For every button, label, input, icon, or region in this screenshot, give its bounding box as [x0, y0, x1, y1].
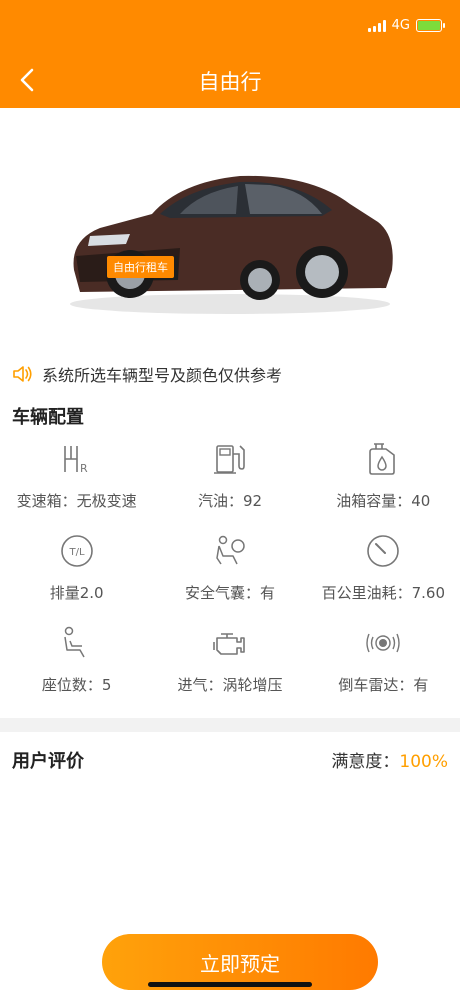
config-label: 油箱容量：40: [336, 492, 431, 510]
config-label: 百公里油耗：7.60: [321, 584, 446, 602]
car-image: [60, 152, 400, 322]
network-label: 4G: [391, 18, 410, 33]
fuel-pump-icon: [213, 445, 245, 474]
config-label: 排量2.0: [49, 584, 104, 602]
page-title: 自由行: [198, 70, 262, 94]
config-title: 车辆配置: [12, 407, 84, 428]
app-header: 4G 自由行: [0, 0, 460, 108]
config-item-oil-tank: 油箱容量：40: [307, 440, 460, 518]
config-label: 进气：涡轮增压: [177, 676, 283, 694]
section-divider: [0, 718, 460, 732]
config-label: 汽油：92: [197, 492, 263, 510]
config-item-airbag: 安全气囊：有: [153, 532, 306, 610]
speaker-icon: [13, 366, 32, 382]
config-item-radar: 倒车雷达：有: [307, 624, 460, 702]
satisfaction: 满意度：100%: [331, 747, 448, 772]
satisfaction-value: 100%: [399, 752, 448, 772]
notice: 系统所选车辆型号及颜色仅供参考: [12, 362, 282, 386]
satisfaction-label: 满意度：: [331, 752, 400, 772]
config-label: 安全气囊：有: [184, 584, 275, 602]
battery-icon: [416, 19, 445, 32]
oil-tank-icon: [369, 443, 396, 475]
config-item-fuel: 汽油：92: [153, 440, 306, 518]
transmission-badge-icon: T/L: [60, 535, 93, 567]
airbag-icon: [216, 535, 245, 565]
radar-icon: [366, 633, 401, 653]
config-label: 变速箱：无极变速: [16, 492, 137, 510]
car-tag: 自由行租车: [107, 256, 174, 278]
engine-icon: [213, 633, 245, 655]
config-grid: R 变速箱：无极变速 汽油：92 油箱容量：40 T/L 排量2.0 安全气囊：…: [0, 440, 460, 702]
config-label: 倒车雷达：有: [338, 676, 429, 694]
config-item-seats: 座位数：5: [0, 624, 153, 702]
home-indicator: [148, 982, 312, 987]
status-bar: 4G: [367, 18, 445, 33]
signal-icon: [367, 19, 386, 32]
gauge-icon: [367, 535, 400, 567]
gearbox-icon: R: [63, 446, 88, 475]
config-item-intake: 进气：涡轮增压: [153, 624, 306, 702]
config-item-consumption: 百公里油耗：7.60: [307, 532, 460, 610]
svg-text:R: R: [80, 462, 88, 475]
config-item-gearbox: R 变速箱：无极变速: [0, 440, 153, 518]
config-label: 座位数：5: [41, 676, 112, 694]
evaluation-title: 用户评价: [12, 751, 84, 772]
svg-text:T/L: T/L: [68, 547, 84, 558]
seat-icon: [63, 626, 85, 658]
config-item-displacement: T/L 排量2.0: [0, 532, 153, 610]
notice-text: 系统所选车辆型号及颜色仅供参考: [42, 366, 283, 385]
